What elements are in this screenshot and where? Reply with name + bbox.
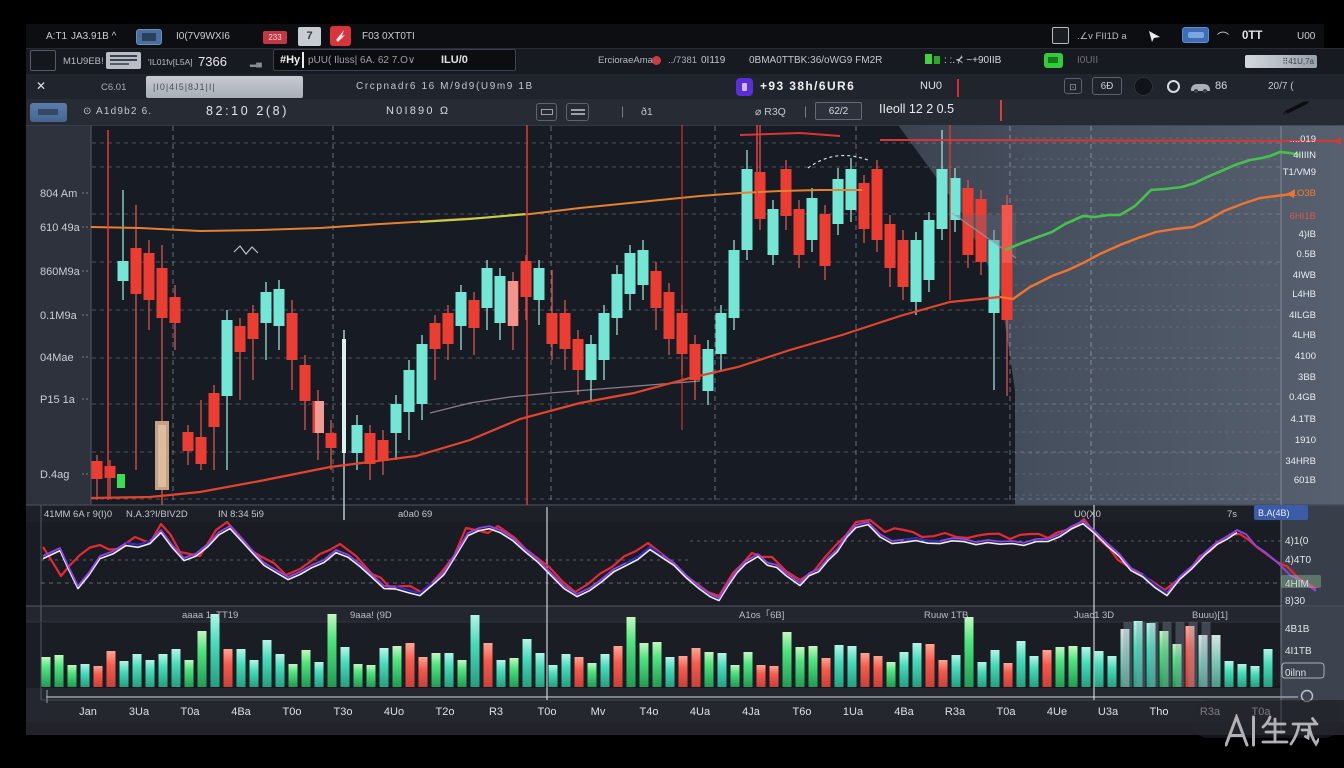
- svg-text:4I1TB: 4I1TB: [1285, 646, 1312, 657]
- svg-text:Buuu)[1]: Buuu)[1]: [1192, 610, 1228, 621]
- svg-text:860M9a: 860M9a: [40, 266, 81, 278]
- svg-text:0.5B: 0.5B: [1296, 249, 1316, 260]
- svg-text:a0a0 69: a0a0 69: [398, 509, 432, 520]
- svg-text:8)30: 8)30: [1285, 596, 1305, 607]
- svg-text:0.1M9a: 0.1M9a: [40, 310, 78, 322]
- svg-text:P15 1a: P15 1a: [40, 394, 76, 406]
- svg-text:9aaa! (9D: 9aaa! (9D: [350, 610, 392, 621]
- svg-text:41MM 6A r 9(I)0: 41MM 6A r 9(I)0: [44, 509, 112, 520]
- svg-text:U3a: U3a: [1098, 706, 1119, 718]
- svg-text:4Ue: 4Ue: [1047, 706, 1067, 718]
- svg-text:1910: 1910: [1295, 435, 1316, 446]
- svg-text:R3: R3: [489, 706, 503, 718]
- svg-text:T0a: T0a: [181, 706, 201, 718]
- svg-text:4.1TB: 4.1TB: [1291, 414, 1316, 425]
- svg-text:IN 8:34 5i9: IN 8:34 5i9: [218, 509, 264, 520]
- svg-text:4)1(0: 4)1(0: [1285, 536, 1309, 547]
- svg-text:4ILGB: 4ILGB: [1289, 310, 1316, 321]
- svg-text:T0o: T0o: [283, 706, 302, 718]
- svg-text:804 Am: 804 Am: [40, 188, 77, 200]
- svg-text:T3o: T3o: [334, 706, 353, 718]
- svg-text:1Ua: 1Ua: [843, 706, 864, 718]
- svg-text:N.A.3?I/BIV2D: N.A.3?I/BIV2D: [126, 509, 188, 520]
- svg-text:T6o: T6o: [793, 706, 812, 718]
- svg-text:6HI1B: 6HI1B: [1290, 211, 1316, 222]
- svg-text:7s: 7s: [1227, 509, 1237, 520]
- svg-text:B.A(4B): B.A(4B): [1258, 508, 1290, 518]
- svg-text:610 49a: 610 49a: [40, 222, 81, 234]
- svg-text:4)IB: 4)IB: [1299, 229, 1316, 240]
- svg-text:4)4T0: 4)4T0: [1285, 555, 1312, 566]
- svg-text:04Mae: 04Mae: [40, 352, 74, 364]
- svg-text:0.4GB: 0.4GB: [1289, 392, 1316, 403]
- svg-text:4IIIIN: 4IIIIN: [1293, 150, 1316, 161]
- svg-text:4IWB: 4IWB: [1293, 270, 1316, 281]
- svg-text:4Ja: 4Ja: [742, 706, 761, 718]
- svg-text:T1/VM9: T1/VM9: [1283, 167, 1316, 178]
- svg-text:L4HB: L4HB: [1292, 289, 1316, 300]
- svg-text:A1os「6B]: A1os「6B]: [739, 610, 784, 621]
- svg-text:601B: 601B: [1294, 475, 1316, 486]
- svg-text:Jan: Jan: [79, 706, 97, 718]
- svg-text:0ilnn: 0ilnn: [1285, 668, 1306, 679]
- svg-text:T0o: T0o: [538, 706, 557, 718]
- svg-text:1O3B: 1O3B: [1292, 188, 1316, 199]
- svg-text:4Ba: 4Ba: [894, 706, 914, 718]
- svg-text:4Ba: 4Ba: [231, 706, 251, 718]
- svg-text:U0(X0: U0(X0: [1074, 509, 1101, 520]
- svg-text:R3a: R3a: [945, 706, 966, 718]
- svg-text:aaaa 1. TT19: aaaa 1. TT19: [182, 610, 238, 621]
- svg-text:3BB: 3BB: [1298, 372, 1316, 383]
- svg-text:T2o: T2o: [436, 706, 455, 718]
- svg-text:Tho: Tho: [1150, 706, 1169, 718]
- svg-text:Mv: Mv: [591, 706, 606, 718]
- svg-text:T0a: T0a: [997, 706, 1017, 718]
- svg-text:....019: ....019: [1290, 134, 1316, 145]
- svg-text:4100: 4100: [1295, 351, 1316, 362]
- svg-text:D.4ag: D.4ag: [40, 469, 69, 481]
- svg-text:4Ua: 4Ua: [690, 706, 711, 718]
- svg-text:4LHB: 4LHB: [1292, 330, 1316, 341]
- svg-text:4B1B: 4B1B: [1285, 624, 1310, 635]
- svg-text:T4o: T4o: [640, 706, 659, 718]
- svg-text:Ruuw 1TB: Ruuw 1TB: [924, 610, 968, 621]
- svg-text:34HRB: 34HRB: [1285, 456, 1316, 467]
- svg-text:3Ua: 3Ua: [129, 706, 150, 718]
- svg-text:Juac1 3D: Juac1 3D: [1074, 610, 1114, 621]
- svg-text:4Uo: 4Uo: [384, 706, 404, 718]
